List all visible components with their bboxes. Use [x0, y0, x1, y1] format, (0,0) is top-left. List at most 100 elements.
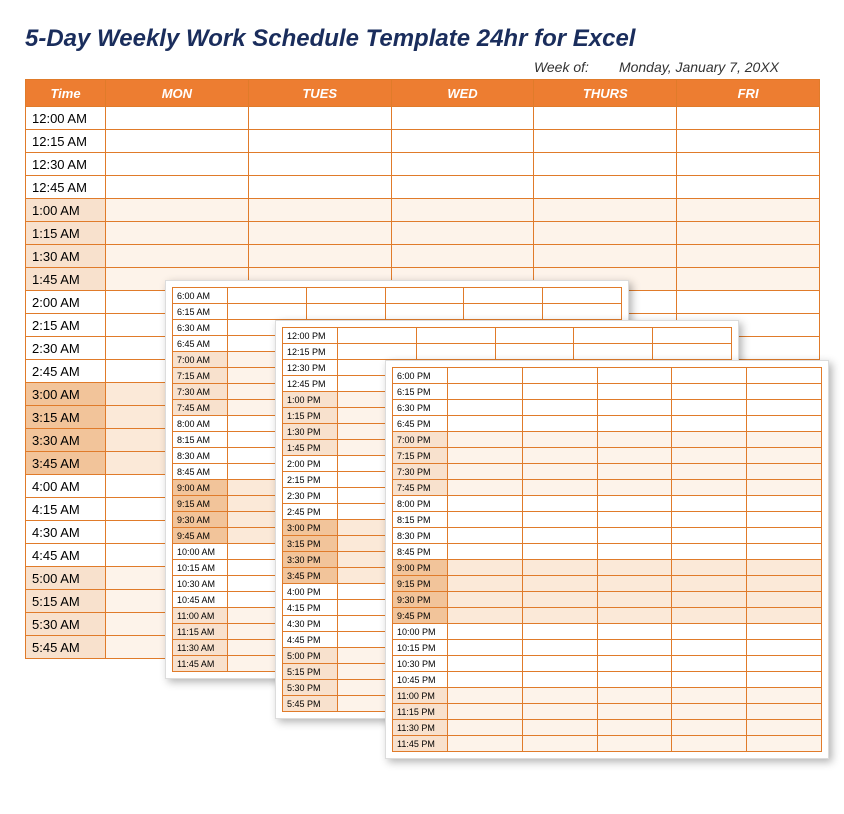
slot-cell[interactable] — [522, 448, 597, 464]
slot-cell[interactable] — [677, 107, 820, 130]
slot-cell[interactable] — [747, 704, 822, 720]
slot-cell[interactable] — [448, 736, 523, 752]
slot-cell[interactable] — [672, 592, 747, 608]
slot-cell[interactable] — [747, 640, 822, 656]
slot-cell[interactable] — [106, 107, 249, 130]
slot-cell[interactable] — [653, 344, 732, 360]
slot-cell[interactable] — [672, 416, 747, 432]
slot-cell[interactable] — [416, 344, 495, 360]
slot-cell[interactable] — [597, 704, 672, 720]
slot-cell[interactable] — [106, 130, 249, 153]
slot-cell[interactable] — [448, 512, 523, 528]
slot-cell[interactable] — [597, 496, 672, 512]
slot-cell[interactable] — [597, 560, 672, 576]
slot-cell[interactable] — [597, 512, 672, 528]
slot-cell[interactable] — [448, 640, 523, 656]
slot-cell[interactable] — [248, 222, 391, 245]
slot-cell[interactable] — [248, 199, 391, 222]
slot-cell[interactable] — [448, 656, 523, 672]
slot-cell[interactable] — [448, 400, 523, 416]
slot-cell[interactable] — [522, 592, 597, 608]
slot-cell[interactable] — [522, 688, 597, 704]
slot-cell[interactable] — [248, 176, 391, 199]
slot-cell[interactable] — [522, 720, 597, 736]
slot-cell[interactable] — [391, 176, 534, 199]
slot-cell[interactable] — [338, 328, 417, 344]
slot-cell[interactable] — [464, 304, 543, 320]
slot-cell[interactable] — [534, 199, 677, 222]
slot-cell[interactable] — [248, 130, 391, 153]
slot-cell[interactable] — [672, 464, 747, 480]
slot-cell[interactable] — [597, 464, 672, 480]
slot-cell[interactable] — [534, 222, 677, 245]
slot-cell[interactable] — [448, 384, 523, 400]
slot-cell[interactable] — [747, 544, 822, 560]
slot-cell[interactable] — [597, 624, 672, 640]
slot-cell[interactable] — [448, 416, 523, 432]
slot-cell[interactable] — [677, 176, 820, 199]
slot-cell[interactable] — [672, 400, 747, 416]
slot-cell[interactable] — [448, 432, 523, 448]
slot-cell[interactable] — [391, 199, 534, 222]
slot-cell[interactable] — [597, 528, 672, 544]
slot-cell[interactable] — [448, 496, 523, 512]
slot-cell[interactable] — [543, 288, 622, 304]
slot-cell[interactable] — [672, 368, 747, 384]
slot-cell[interactable] — [534, 153, 677, 176]
slot-cell[interactable] — [106, 176, 249, 199]
slot-cell[interactable] — [672, 528, 747, 544]
slot-cell[interactable] — [391, 245, 534, 268]
slot-cell[interactable] — [597, 640, 672, 656]
slot-cell[interactable] — [448, 480, 523, 496]
slot-cell[interactable] — [522, 400, 597, 416]
slot-cell[interactable] — [597, 576, 672, 592]
slot-cell[interactable] — [522, 656, 597, 672]
slot-cell[interactable] — [747, 400, 822, 416]
slot-cell[interactable] — [106, 245, 249, 268]
slot-cell[interactable] — [495, 328, 574, 344]
slot-cell[interactable] — [672, 496, 747, 512]
slot-cell[interactable] — [306, 304, 385, 320]
slot-cell[interactable] — [747, 480, 822, 496]
slot-cell[interactable] — [448, 464, 523, 480]
slot-cell[interactable] — [391, 222, 534, 245]
slot-cell[interactable] — [522, 384, 597, 400]
slot-cell[interactable] — [597, 448, 672, 464]
slot-cell[interactable] — [677, 268, 820, 291]
slot-cell[interactable] — [747, 672, 822, 688]
slot-cell[interactable] — [522, 544, 597, 560]
slot-cell[interactable] — [597, 720, 672, 736]
slot-cell[interactable] — [448, 528, 523, 544]
slot-cell[interactable] — [448, 688, 523, 704]
slot-cell[interactable] — [747, 464, 822, 480]
slot-cell[interactable] — [597, 656, 672, 672]
slot-cell[interactable] — [522, 512, 597, 528]
slot-cell[interactable] — [338, 344, 417, 360]
slot-cell[interactable] — [106, 153, 249, 176]
slot-cell[interactable] — [672, 640, 747, 656]
slot-cell[interactable] — [672, 560, 747, 576]
slot-cell[interactable] — [672, 448, 747, 464]
slot-cell[interactable] — [248, 245, 391, 268]
slot-cell[interactable] — [672, 720, 747, 736]
slot-cell[interactable] — [522, 672, 597, 688]
slot-cell[interactable] — [228, 288, 307, 304]
slot-cell[interactable] — [747, 560, 822, 576]
slot-cell[interactable] — [106, 222, 249, 245]
slot-cell[interactable] — [448, 448, 523, 464]
slot-cell[interactable] — [522, 640, 597, 656]
slot-cell[interactable] — [672, 544, 747, 560]
slot-cell[interactable] — [448, 576, 523, 592]
slot-cell[interactable] — [495, 344, 574, 360]
slot-cell[interactable] — [597, 480, 672, 496]
slot-cell[interactable] — [677, 245, 820, 268]
slot-cell[interactable] — [448, 608, 523, 624]
slot-cell[interactable] — [677, 199, 820, 222]
slot-cell[interactable] — [597, 688, 672, 704]
slot-cell[interactable] — [391, 130, 534, 153]
slot-cell[interactable] — [391, 153, 534, 176]
slot-cell[interactable] — [672, 624, 747, 640]
slot-cell[interactable] — [522, 464, 597, 480]
slot-cell[interactable] — [574, 344, 653, 360]
slot-cell[interactable] — [747, 496, 822, 512]
